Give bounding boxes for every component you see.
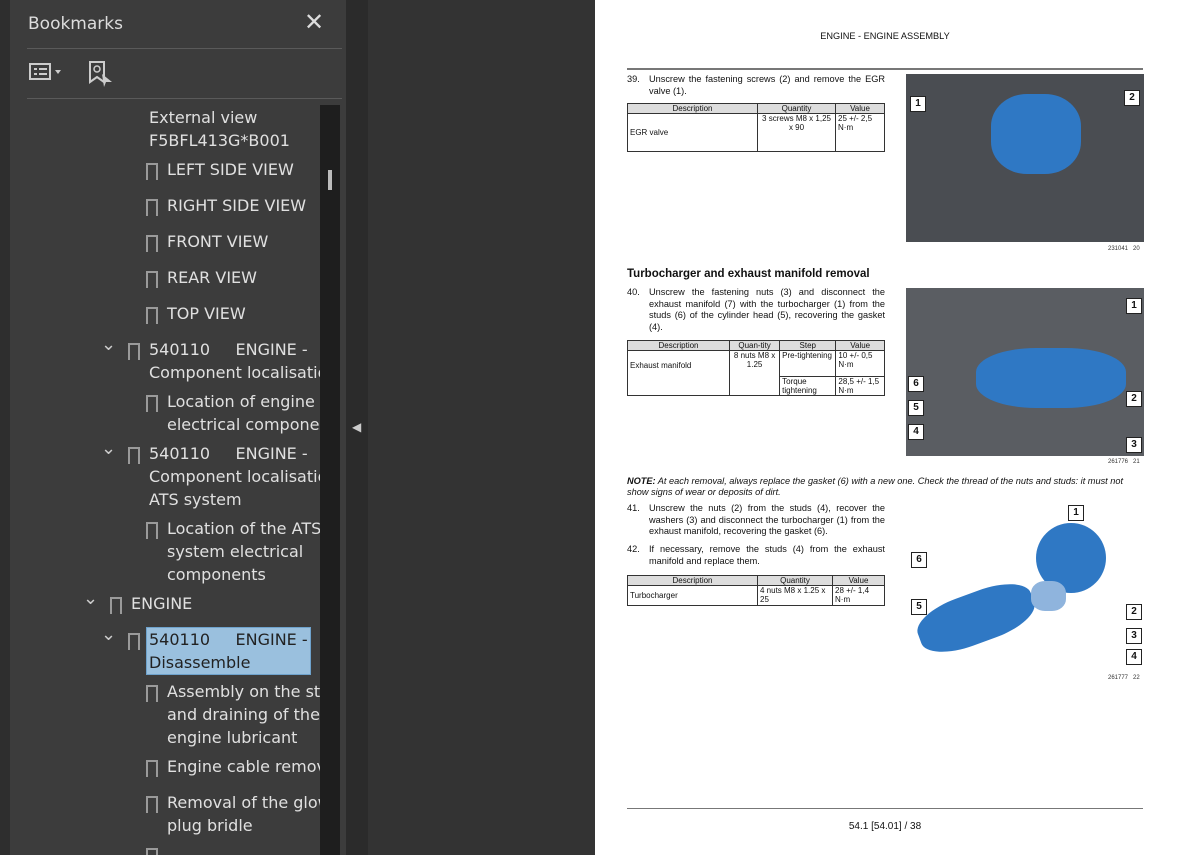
bookmark-item[interactable] xyxy=(10,840,320,855)
bookmark-icon xyxy=(146,848,158,855)
turbo-table: Description Quantity Value Turbocharger 4 n… xyxy=(627,575,885,606)
egr-table: Description Quantity Value EGR valve 3 scre… xyxy=(627,103,885,152)
step-42: 42. If necessary, remove the studs (4) fr… xyxy=(627,544,885,566)
bookmark-label: Assembly on the standand draining of the… xyxy=(167,682,320,747)
step-41: 41. Unscrew the nuts (2) from the studs (… xyxy=(627,503,885,536)
note: NOTE: At each removal, always replace th… xyxy=(627,476,1124,497)
bookmark-item[interactable]: Location of the ATS system electrical comp… xyxy=(10,514,320,589)
chevron-down-icon[interactable]: ⌄ xyxy=(101,623,116,646)
bookmark-item[interactable]: ⌄ 540110 ENGINE - Component localisation xyxy=(10,333,320,387)
bookmark-item[interactable]: TOP VIEW xyxy=(10,299,320,335)
bookmark-label: 540110 ENGINE - Disassemble xyxy=(146,627,311,675)
bookmark-add-button[interactable] xyxy=(88,60,114,93)
section-title: Turbocharger and exhaust manifold remova… xyxy=(627,268,870,280)
page-footer: 54.1 [54.01] / 38 xyxy=(848,821,922,832)
bookmark-label: TOP VIEW xyxy=(167,304,246,323)
list-options-icon xyxy=(29,63,61,80)
bookmark-item[interactable]: REAR VIEW xyxy=(10,263,320,299)
bookmark-label: Removal of the glow plug bridle xyxy=(167,793,320,835)
bookmark-label: 540110 ENGINE - Component localisation xyxy=(149,340,320,382)
exhaust-table: Description Quan-tity Step Value Exhaust ma… xyxy=(627,340,885,396)
figure-turbocharger: 1 6 5 2 3 4 xyxy=(906,503,1144,673)
panel-title: Bookmarks xyxy=(28,14,123,34)
bookmark-icon xyxy=(128,447,140,465)
bookmarks-panel: Bookmarks ✕ External view F5BFL413G*B001 L… xyxy=(0,0,346,855)
bookmark-label: REAR VIEW xyxy=(167,268,257,287)
bookmark-item[interactable]: FRONT VIEW xyxy=(10,227,320,263)
bookmark-icon xyxy=(146,235,158,253)
bookmark-icon xyxy=(146,307,158,325)
chevron-down-icon[interactable]: ⌄ xyxy=(101,437,116,460)
divider xyxy=(27,98,342,99)
bookmark-label: FRONT VIEW xyxy=(167,232,269,251)
bookmark-label: Location of engineelectrical components xyxy=(167,392,320,434)
bookmark-item[interactable]: ⌄ 540110 ENGINE -Component localisation -… xyxy=(10,437,320,514)
chevron-down-icon[interactable]: ⌄ xyxy=(83,587,98,610)
chevron-down-icon[interactable]: ⌄ xyxy=(101,333,116,356)
bookmark-tree: External view F5BFL413G*B001 LEFT SIDE VIE… xyxy=(10,105,320,855)
bookmark-item[interactable]: LEFT SIDE VIEW xyxy=(10,155,320,191)
bookmark-icon xyxy=(146,760,158,778)
bookmark-label: ENGINE xyxy=(131,594,193,613)
bookmark-label: RIGHT SIDE VIEW xyxy=(167,196,307,215)
collapse-panel-icon[interactable]: ◀ xyxy=(352,420,361,434)
page-header: ENGINE - ENGINE ASSEMBLY xyxy=(820,31,950,41)
footer-rule xyxy=(627,808,1143,809)
bookmark-icon xyxy=(146,522,158,540)
bookmark-icon xyxy=(146,685,158,703)
bookmark-item[interactable]: Location of engineelectrical components xyxy=(10,387,320,439)
bookmark-icon xyxy=(146,395,158,413)
document-page: ENGINE - ENGINE ASSEMBLY 39. Unscrew the … xyxy=(595,0,1200,855)
bookmark-icon xyxy=(146,163,158,181)
bookmark-item[interactable]: Removal of the glow plug bridle xyxy=(10,788,320,840)
bookmark-icon xyxy=(146,271,158,289)
divider xyxy=(27,48,342,49)
header-rule xyxy=(627,68,1143,70)
options-button[interactable] xyxy=(28,60,68,89)
bookmark-item[interactable]: ⌄ ENGINE xyxy=(10,587,320,625)
bookmark-icon xyxy=(146,796,158,814)
bookmark-icon xyxy=(146,199,158,217)
bookmark-item[interactable]: Engine cable removal xyxy=(10,752,320,788)
bookmark-add-icon xyxy=(89,61,112,87)
bookmark-icon xyxy=(128,343,140,361)
bookmark-item[interactable]: RIGHT SIDE VIEW xyxy=(10,191,320,227)
step-40: 40. Unscrew the fastening nuts (3) and di… xyxy=(627,287,885,332)
bookmark-icon xyxy=(128,633,140,651)
bookmark-label: LEFT SIDE VIEW xyxy=(167,160,294,179)
bookmark-label: 540110 ENGINE -Component localisation -A… xyxy=(149,444,320,509)
bookmark-label: Location of the ATS system electrical comp… xyxy=(167,519,320,584)
bookmark-label: Engine cable removal xyxy=(167,757,320,776)
figure-egr-valve: 1 2 xyxy=(906,74,1144,242)
bookmark-item[interactable]: Assembly on the standand draining of the… xyxy=(10,677,320,752)
close-icon[interactable]: ✕ xyxy=(304,8,324,37)
bookmark-item[interactable]: ⌄ 540110 ENGINE - Disassemble xyxy=(10,623,320,677)
figure-exhaust-manifold: 1 2 3 4 5 6 xyxy=(906,288,1144,456)
bookmark-icon xyxy=(110,597,122,615)
scrollbar-thumb[interactable] xyxy=(328,170,332,190)
step-39: 39. Unscrew the fastening screws (2) and … xyxy=(627,74,885,96)
bookmark-label: External view F5BFL413G*B001 xyxy=(149,108,290,150)
scrollbar[interactable] xyxy=(320,105,340,855)
bookmark-item[interactable]: External view F5BFL413G*B001 xyxy=(10,105,320,155)
